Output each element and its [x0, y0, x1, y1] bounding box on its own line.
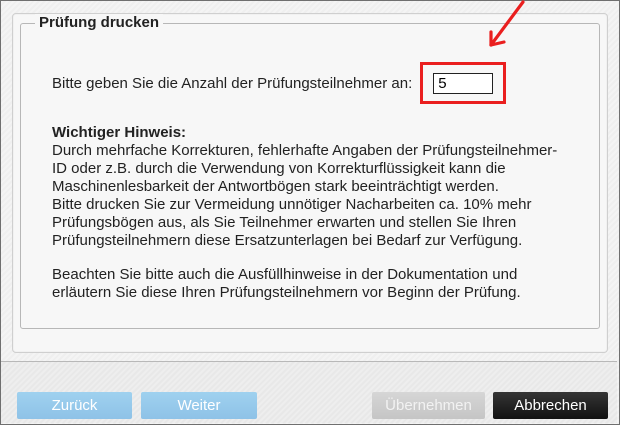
participant-count-highlight: [420, 62, 507, 104]
next-button[interactable]: Weiter: [141, 392, 257, 419]
notice-paragraph-2: Bitte drucken Sie zur Vermeidung unnötig…: [52, 196, 532, 249]
participant-count-input[interactable]: [433, 72, 494, 94]
participant-count-label: Bitte geben Sie die Anzahl der Prüfungst…: [52, 74, 413, 92]
back-button[interactable]: Zurück: [17, 392, 132, 419]
section-title: Prüfung drucken: [35, 14, 164, 32]
participant-count-row: Bitte geben Sie die Anzahl der Prüfungst…: [52, 62, 507, 104]
notice-paragraph-1: Durch mehrfache Korrekturen, fehlerhafte…: [52, 142, 558, 195]
notice-spacer: [52, 250, 572, 266]
important-notice: Wichtiger Hinweis: Durch mehrfache Korre…: [52, 124, 572, 302]
notice-paragraph-3: Beachten Sie bitte auch die Ausfüllhinwe…: [52, 266, 521, 301]
apply-button[interactable]: Übernehmen: [372, 392, 485, 419]
cancel-button[interactable]: Abbrechen: [493, 392, 608, 419]
notice-title: Wichtiger Hinweis:: [52, 124, 187, 141]
